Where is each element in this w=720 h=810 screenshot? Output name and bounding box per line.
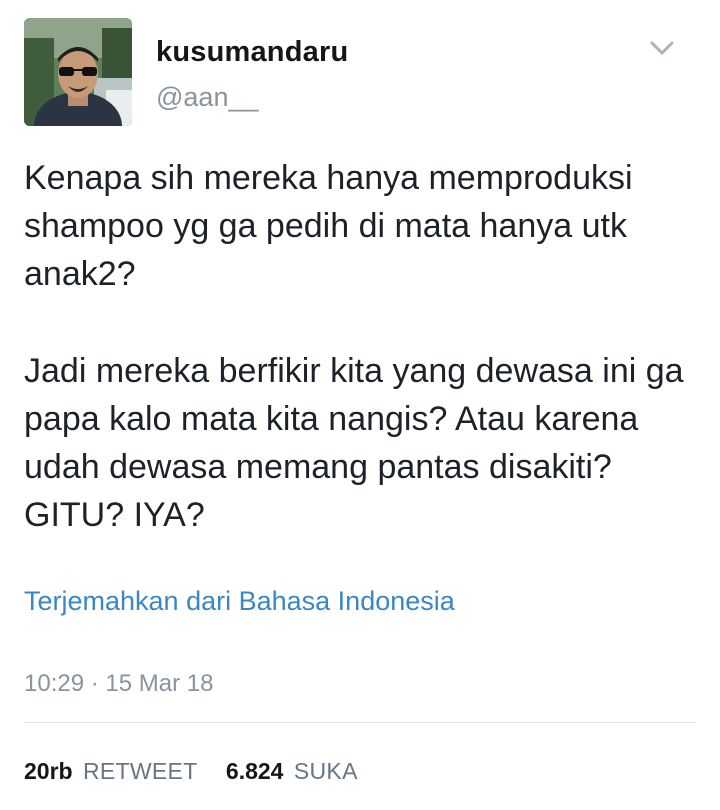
tweet-card: kusumandaru @aan__ Kenapa sih mereka han…	[0, 0, 720, 810]
tweet-paragraph: Jadi mereka berfikir kita yang dewasa in…	[24, 352, 684, 534]
divider	[24, 722, 696, 723]
retweet-count: 20rb	[24, 758, 73, 784]
like-label: SUKA	[293, 758, 358, 784]
username-handle[interactable]: @aan__	[156, 82, 259, 113]
translate-link[interactable]: Terjemahkan dari Bahasa Indonesia	[24, 586, 455, 617]
retweet-label: RETWEET	[82, 758, 198, 784]
retweet-stat[interactable]: 20rb RETWEET	[24, 758, 198, 785]
tweet-paragraph: Kenapa sih mereka hanya memproduksi sham…	[24, 159, 633, 293]
chevron-down-icon[interactable]	[648, 36, 676, 60]
display-name[interactable]: kusumandaru	[156, 36, 348, 69]
like-count: 6.824	[225, 758, 284, 784]
tweet-text: Kenapa sih mereka hanya memproduksi sham…	[24, 154, 694, 539]
engagement-stats: 20rb RETWEET 6.824 SUKA	[24, 758, 358, 785]
tweet-timestamp[interactable]: 10:29 · 15 Mar 18	[24, 670, 213, 698]
avatar[interactable]	[24, 18, 132, 126]
avatar-photo	[24, 18, 132, 126]
like-stat[interactable]: 6.824 SUKA	[226, 758, 358, 785]
